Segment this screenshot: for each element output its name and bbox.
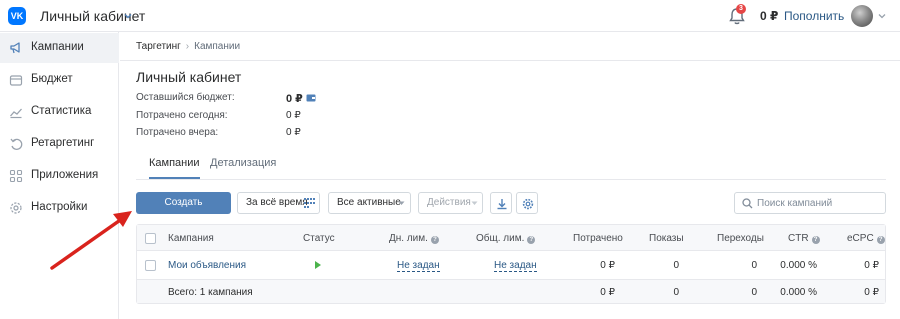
total-ctr-value: 0.000 % <box>780 287 817 298</box>
settings-button[interactable] <box>516 192 538 214</box>
row-checkbox[interactable] <box>145 260 156 271</box>
tabs: Кампании Детализация <box>136 152 886 180</box>
sidebar-item-label: Статистика <box>31 105 92 117</box>
info-icon[interactable]: ? <box>876 236 885 244</box>
notification-badge: 3 <box>736 4 746 14</box>
table-header: Кампания Статус Дн. лим.? Общ. лим.? Пот… <box>137 225 885 251</box>
spent-today-value: 0 ₽ <box>286 110 301 121</box>
vk-logo-icon[interactable]: VK <box>8 7 26 25</box>
clicks-value: 0 <box>751 260 757 271</box>
total-clicks-value: 0 <box>751 287 757 298</box>
table-total-row: Всего: 1 кампания 0 ₽ 0 0 0.000 % 0 ₽ <box>137 279 885 303</box>
campaigns-table: Кампания Статус Дн. лим.? Общ. лим.? Пот… <box>136 224 886 304</box>
sidebar: Кампании Бюджет Статистика Ретаргетинг П… <box>0 32 119 319</box>
total-limit-value[interactable]: Не задан <box>494 260 537 272</box>
spent-yesterday-label: Потрачено вчера: <box>136 127 219 138</box>
wallet-icon <box>9 75 23 86</box>
column-header-impressions[interactable]: Показы <box>649 233 684 244</box>
avatar[interactable] <box>851 5 873 27</box>
sidebar-item-retargeting[interactable]: Ретаргетинг <box>0 129 119 159</box>
sidebar-item-budget[interactable]: Бюджет <box>0 65 119 95</box>
table-row: Мои объявления Не задан Не задан 0 ₽ 0 0… <box>137 252 885 279</box>
impressions-value: 0 <box>673 260 679 271</box>
info-icon[interactable]: ? <box>527 236 536 244</box>
balance-value: 0 ₽ <box>760 9 779 23</box>
topup-link[interactable]: Пополнить <box>784 9 844 23</box>
column-header-spent[interactable]: Потрачено <box>573 233 623 244</box>
period-select-label: За всё время <box>246 197 308 208</box>
chevron-down-icon[interactable] <box>878 13 886 19</box>
budget-remaining-value: 0 ₽ <box>286 93 303 105</box>
search-box <box>734 192 886 214</box>
total-limit-link[interactable]: Не задан <box>494 260 537 272</box>
sidebar-item-campaigns[interactable]: Кампании <box>0 33 119 63</box>
chevron-down-icon <box>398 201 405 205</box>
spent-today-label: Потрачено сегодня: <box>136 110 228 121</box>
breadcrumb-current: Кампании <box>194 41 241 52</box>
page-title: Личный кабинет <box>136 69 242 85</box>
column-header-label: eCPC <box>847 233 874 244</box>
sidebar-item-label: Бюджет <box>31 73 73 85</box>
chevron-down-icon[interactable] <box>124 12 132 20</box>
total-ecpc-value: 0 ₽ <box>864 287 879 298</box>
select-all-checkbox[interactable] <box>145 233 156 244</box>
tab-details[interactable]: Детализация <box>210 157 276 169</box>
spent-value: 0 ₽ <box>600 260 615 271</box>
calendar-grid-icon <box>304 198 315 208</box>
search-icon <box>742 198 753 209</box>
column-header-day-limit[interactable]: Дн. лим.? <box>389 233 439 244</box>
apps-grid-icon <box>9 169 23 183</box>
campaign-name-link[interactable]: Мои объявления <box>168 260 246 271</box>
gear-icon <box>522 198 534 210</box>
column-header-ctr[interactable]: CTR? <box>788 233 820 244</box>
column-header-total-limit[interactable]: Общ. лим.? <box>476 233 536 244</box>
top-bar: VK Личный кабинет 3 0 ₽ Пополнить <box>0 0 900 32</box>
actions-select-label: Действия <box>427 197 471 208</box>
breadcrumb: Таргетинг › Кампании <box>136 41 240 52</box>
breadcrumb-root[interactable]: Таргетинг <box>136 41 181 52</box>
chevron-right-icon: › <box>185 41 190 52</box>
column-header-status[interactable]: Статус <box>303 233 335 244</box>
header-divider <box>120 60 900 61</box>
day-limit-link[interactable]: Не задан <box>397 260 440 272</box>
sidebar-item-apps[interactable]: Приложения <box>0 161 119 191</box>
sidebar-item-label: Кампании <box>31 41 84 53</box>
chevron-down-icon <box>471 201 478 205</box>
info-icon[interactable]: ? <box>430 236 439 244</box>
column-header-label: Дн. лим. <box>389 233 428 244</box>
sidebar-item-label: Настройки <box>31 201 88 213</box>
gear-icon <box>10 202 22 214</box>
download-icon <box>497 199 507 210</box>
megaphone-icon <box>10 42 20 54</box>
sidebar-item-statistics[interactable]: Статистика <box>0 97 119 127</box>
search-input[interactable] <box>757 195 881 211</box>
total-impressions-value: 0 <box>673 287 679 298</box>
column-header-label: Общ. лим. <box>476 233 525 244</box>
column-header-clicks[interactable]: Переходы <box>717 233 764 244</box>
total-spent-value: 0 ₽ <box>600 287 615 298</box>
play-icon[interactable] <box>315 261 321 269</box>
chart-line-icon <box>10 108 22 119</box>
budget-remaining-label: Оставшийся бюджет: <box>136 92 235 103</box>
column-header-campaign[interactable]: Кампания <box>168 233 214 244</box>
sidebar-item-label: Приложения <box>31 169 99 181</box>
sidebar-item-label: Ретаргетинг <box>31 137 95 149</box>
status-filter-label: Все активные <box>337 197 401 208</box>
download-button[interactable] <box>490 192 512 214</box>
retarget-icon <box>10 138 23 150</box>
column-header-ecpc[interactable]: eCPC? <box>847 233 885 244</box>
day-limit-value[interactable]: Не задан <box>397 260 440 272</box>
create-ad-button[interactable]: Создать объявление <box>136 192 231 230</box>
wallet-icon[interactable] <box>306 94 316 102</box>
spent-yesterday-value: 0 ₽ <box>286 127 301 138</box>
tab-campaigns[interactable]: Кампании <box>149 157 200 179</box>
info-icon[interactable]: ? <box>811 236 820 244</box>
ctr-value: 0.000 % <box>780 260 817 271</box>
total-label: Всего: 1 кампания <box>168 287 253 298</box>
ecpc-value: 0 ₽ <box>864 260 879 271</box>
column-header-label: CTR <box>788 233 809 244</box>
sidebar-item-settings[interactable]: Настройки <box>0 193 119 223</box>
